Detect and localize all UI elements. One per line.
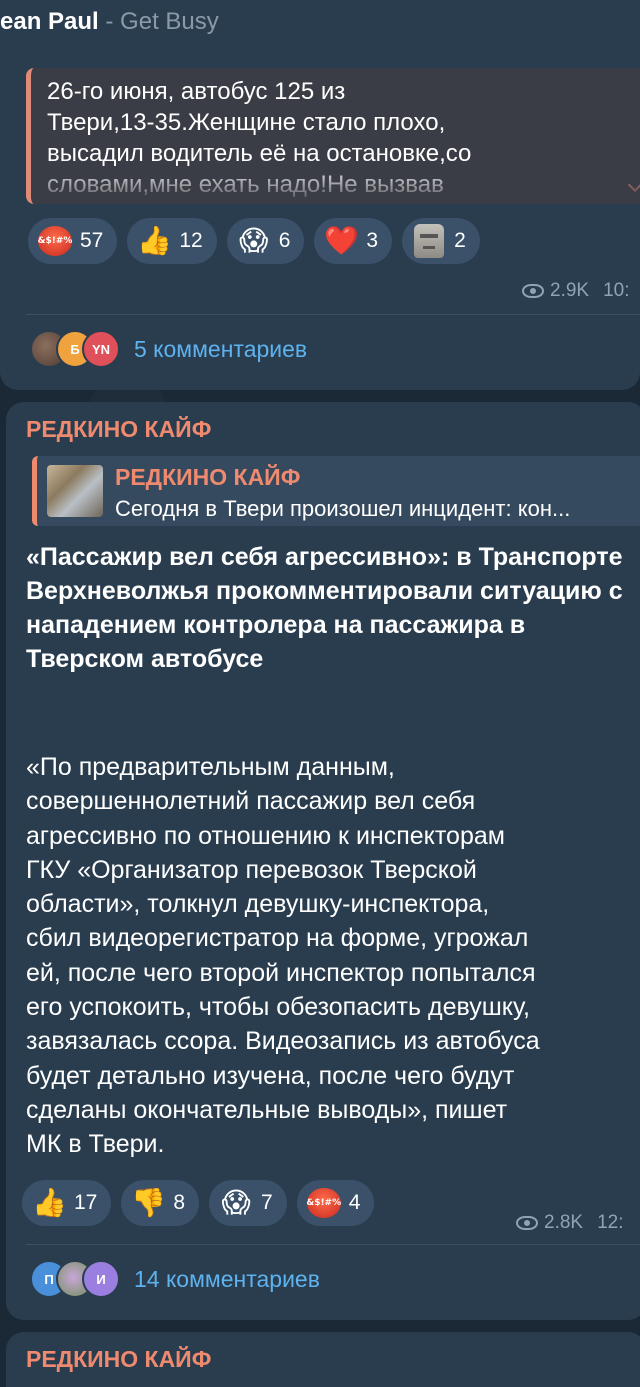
reaction-count: 7 (261, 1191, 273, 1214)
comments-button[interactable]: П И 14 комментариев (30, 1260, 320, 1298)
music-separator: - (98, 8, 121, 35)
views-count: 2.9K (550, 280, 590, 301)
message-time: 12: (597, 1212, 624, 1233)
channel-name[interactable]: РЕДКИНО КАЙФ (26, 1346, 211, 1373)
comments-button[interactable]: Б YN 5 комментариев (30, 330, 307, 368)
quote-line: словами,мне ехать надо!Не вызвав (47, 171, 444, 198)
quote-line: Твери,13-35.Женщине стало плохо, (47, 109, 446, 136)
red-heart-icon: ❤️ (324, 225, 360, 256)
body-line: ГКУ «Организатор перевозок Тверской (26, 855, 477, 884)
quote-line: 26-го июня, автобус 125 из (47, 78, 346, 105)
views-indicator: 2.8K 12: (516, 1212, 624, 1234)
views-count: 2.8K (544, 1212, 584, 1233)
reaction-thumbs-up[interactable]: 👍 17 (22, 1180, 112, 1226)
reaction-count: 3 (366, 229, 379, 252)
forwarded-preview[interactable]: РЕДКИНО КАЙФ Сегодня в Твери произошел и… (32, 456, 640, 526)
avatar: И (82, 1260, 120, 1298)
body-line: будет детально изучена, после чего будут (26, 1061, 515, 1090)
forward-thumbnail (47, 465, 103, 517)
music-song: Get Busy (120, 8, 219, 35)
forward-text: Сегодня в Твери произошел инцидент: кон.… (115, 496, 571, 521)
divider (26, 1244, 640, 1245)
quote-line: высадил водитель её на остановке,со (47, 140, 472, 167)
angry-face-icon: &$!#% (306, 1188, 341, 1218)
reaction-count: 4 (348, 1191, 361, 1214)
reaction-thumbs-up[interactable]: 👍 12 (127, 218, 217, 264)
reaction-count: 12 (179, 229, 203, 252)
body-line: области», толкнул девушку-инспектора, (26, 890, 490, 919)
message-bubble-1[interactable]: ean Paul - Get Busy 26-го июня, автобус … (0, 0, 640, 390)
reaction-count: 6 (278, 229, 291, 252)
eye-icon (516, 1216, 538, 1230)
divider (26, 314, 640, 315)
post-body: «По предварительным данным, совершенноле… (26, 750, 640, 1162)
comments-label: 5 комментариев (134, 335, 308, 362)
reply-quote[interactable]: 26-го июня, автобус 125 из Твери,13-35.Ж… (26, 68, 640, 204)
post-headline: «Пассажир вел себя агрессивно»: в Трансп… (26, 543, 623, 673)
body-line: совершеннолетний пассажир вел себя (26, 787, 476, 816)
expand-quote-icon[interactable] (627, 177, 640, 193)
reaction-angry[interactable]: &$!#% 4 (296, 1180, 375, 1226)
reaction-moai[interactable]: 2 (402, 218, 480, 264)
avatar: YN (82, 330, 120, 368)
reaction-count: 8 (173, 1191, 186, 1214)
reactions-bar: 👍 17 👎 8 😱 7 &$!#% 4 (22, 1180, 375, 1226)
body-line: сделаны окончательные выводы», пишет (26, 1095, 508, 1124)
message-bubble-2[interactable]: РЕДКИНО КАЙФ РЕДКИНО КАЙФ Сегодня в Твер… (6, 402, 640, 1320)
reaction-count: 2 (454, 229, 466, 252)
thumbs-down-icon: 👎 (131, 1187, 167, 1218)
screaming-face-icon: 😱 (239, 225, 269, 256)
views-indicator: 2.9K 10: (522, 280, 630, 302)
channel-name[interactable]: РЕДКИНО КАЙФ (26, 416, 211, 443)
body-line: агрессивно по отношению к инспекторам (26, 821, 505, 850)
reaction-angry[interactable]: &$!#% 57 (28, 218, 118, 264)
reaction-screaming[interactable]: 😱 7 (209, 1180, 287, 1226)
reaction-screaming[interactable]: 😱 6 (226, 218, 305, 264)
quote-text: 26-го июня, автобус 125 из Твери,13-35.Ж… (47, 76, 607, 200)
body-line: завязалась ссора. Видеозапись из автобус… (26, 1027, 540, 1056)
thumbs-up-icon: 👍 (137, 225, 173, 256)
body-line: его успокоить, чтобы обезопасить девушку… (26, 993, 530, 1022)
body-line: «По предварительным данным, (26, 753, 395, 781)
reaction-count: 17 (74, 1191, 98, 1214)
reaction-thumbs-down[interactable]: 👎 8 (121, 1180, 200, 1226)
reaction-heart[interactable]: ❤️ 3 (314, 218, 393, 264)
angry-face-icon: &$!#% (38, 226, 72, 256)
forward-title: РЕДКИНО КАЙФ (115, 464, 301, 490)
thumbs-up-icon: 👍 (32, 1187, 67, 1218)
body-line: сбил видеорегистратор на форме, угрожал (26, 924, 529, 953)
body-line: ей, после чего второй инспектор попыталс… (26, 958, 536, 987)
reaction-count: 57 (80, 229, 104, 252)
music-artist: ean Paul (0, 8, 99, 35)
reactions-bar: &$!#% 57 👍 12 😱 6 ❤️ 3 2 (28, 218, 480, 264)
message-time: 10: (603, 280, 630, 301)
eye-icon (522, 284, 544, 298)
body-line: МК в Твери. (26, 1130, 165, 1159)
now-playing-bar[interactable]: ean Paul - Get Busy (0, 8, 219, 36)
moai-icon (414, 224, 445, 258)
message-bubble-3[interactable]: РЕДКИНО КАЙФ (6, 1332, 640, 1387)
screaming-face-icon: 😱 (221, 1187, 251, 1218)
comments-label: 14 комментариев (134, 1265, 320, 1292)
